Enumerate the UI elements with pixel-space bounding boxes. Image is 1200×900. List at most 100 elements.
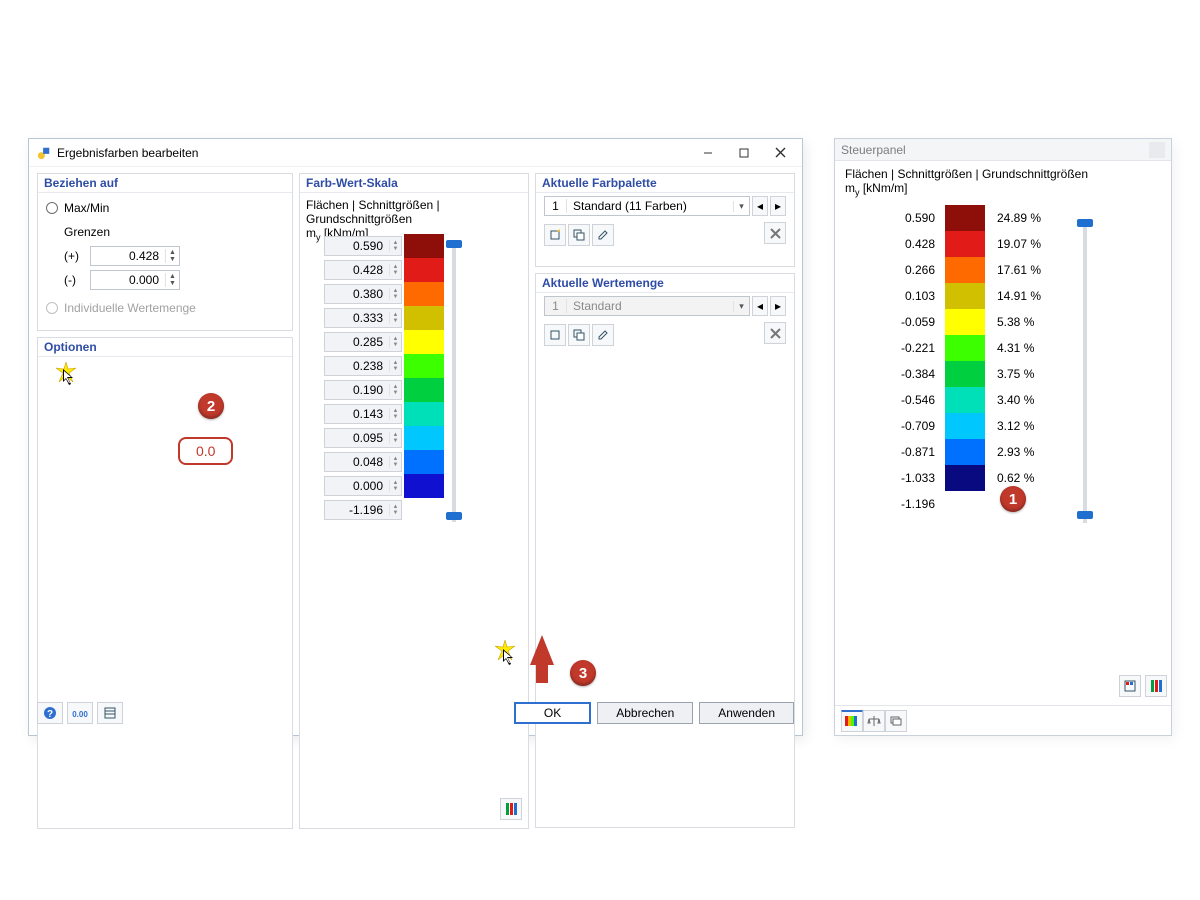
radio-maxmin-label: Max/Min	[64, 201, 109, 215]
decimal-icon: 0.00	[72, 707, 88, 719]
scale-row: 0.238▲▼	[324, 354, 444, 378]
minimize-button[interactable]	[690, 142, 726, 164]
legend-value: -0.384	[875, 367, 945, 381]
svg-text:?: ?	[47, 709, 53, 720]
cancel-button[interactable]: Abbrechen	[597, 702, 693, 724]
color-swatch	[945, 361, 985, 387]
color-swatch[interactable]	[404, 306, 444, 330]
panel-tab-balance[interactable]	[863, 710, 885, 732]
palette-new-button[interactable]	[544, 224, 566, 246]
palette-combo[interactable]: 1 Standard (11 Farben) ▾	[544, 196, 750, 216]
panel-close-button[interactable]	[1149, 142, 1165, 158]
scale-value-field[interactable]: 0.380▲▼	[324, 284, 402, 304]
layers-icon	[889, 715, 903, 727]
panel-title: Steuerpanel	[841, 143, 906, 157]
palette-icon	[1123, 679, 1137, 693]
wertemenge-delete-button[interactable]	[764, 322, 786, 344]
color-swatch[interactable]	[404, 234, 444, 258]
wertemenge-copy-button[interactable]	[568, 324, 590, 346]
slider-thumb-top[interactable]	[1077, 219, 1093, 227]
palette-name: Standard (11 Farben)	[567, 199, 733, 213]
slider-thumb-top[interactable]	[446, 240, 462, 248]
group-title: Aktuelle Farbpalette	[536, 173, 794, 193]
wertemenge-index: 1	[545, 299, 567, 313]
radio-grenzen-label: Grenzen	[64, 225, 110, 239]
close-button[interactable]	[762, 142, 798, 164]
color-swatch	[945, 465, 985, 491]
legend-row: -0.5463.40 %	[875, 387, 1161, 413]
slider-thumb-bottom[interactable]	[1077, 511, 1093, 519]
palette-delete-button[interactable]	[764, 222, 786, 244]
group-title: Farb-Wert-Skala	[300, 173, 528, 193]
scale-value-field[interactable]: -1.196▲▼	[324, 500, 402, 520]
list-button[interactable]	[97, 702, 123, 724]
steuerpanel: Steuerpanel Flächen | Schnittgrößen | Gr…	[834, 138, 1172, 736]
panel-footer	[835, 705, 1171, 735]
ok-button[interactable]: OK	[514, 702, 591, 724]
color-swatch	[945, 439, 985, 465]
color-swatch[interactable]	[404, 330, 444, 354]
palette-prev-button[interactable]: ◂	[752, 196, 768, 216]
scale-value-field[interactable]: 0.143▲▼	[324, 404, 402, 424]
palette-copy-button[interactable]	[568, 224, 590, 246]
color-swatch[interactable]	[404, 450, 444, 474]
scale-value-field[interactable]: 0.048▲▼	[324, 452, 402, 472]
wertemenge-next-button[interactable]: ▸	[770, 296, 786, 316]
legend-percent: 4.31 %	[985, 341, 1049, 355]
wertemenge-name: Standard	[567, 299, 733, 313]
color-swatch	[945, 309, 985, 335]
wertemenge-edit-button[interactable]	[592, 324, 614, 346]
minus-value-field[interactable]: 0.000 ▲▼	[90, 270, 180, 290]
slider-thumb-bottom[interactable]	[446, 512, 462, 520]
apply-button[interactable]: Anwenden	[699, 702, 794, 724]
cursor-icon	[502, 648, 516, 666]
help-icon: ?	[43, 706, 57, 720]
color-swatch[interactable]	[404, 378, 444, 402]
color-swatch[interactable]	[404, 258, 444, 282]
scale-value-field[interactable]: 0.285▲▼	[324, 332, 402, 352]
scale-value-field[interactable]: 0.333▲▼	[324, 308, 402, 328]
legend-value: 0.428	[875, 237, 945, 251]
legend-value: 0.266	[875, 263, 945, 277]
plus-value-field[interactable]: 0.428 ▲▼	[90, 246, 180, 266]
palette-next-button[interactable]: ▸	[770, 196, 786, 216]
scale-settings-button[interactable]	[500, 798, 522, 820]
legend-row: 0.26617.61 %	[875, 257, 1161, 283]
scale-row: 0.590▲▼	[324, 234, 444, 258]
color-swatch[interactable]	[404, 426, 444, 450]
panel-range-slider[interactable]	[1083, 223, 1087, 523]
decimal-button[interactable]: 0.00	[67, 702, 93, 724]
color-swatch[interactable]	[404, 282, 444, 306]
panel-sliders-button[interactable]	[1145, 675, 1167, 697]
wertemenge-new-button[interactable]	[544, 324, 566, 346]
dialog-bottom-bar: ? 0.00 OK Abbrechen Anwenden	[37, 699, 794, 727]
scale-value-field[interactable]: 0.190▲▼	[324, 380, 402, 400]
pencil-icon	[597, 329, 609, 341]
chevron-down-icon: ▾	[733, 201, 749, 212]
scale-value-field[interactable]: 0.590▲▼	[324, 236, 402, 256]
legend-percent: 24.89 %	[985, 211, 1049, 225]
scale-value-field[interactable]: 0.095▲▼	[324, 428, 402, 448]
help-button[interactable]: ?	[37, 702, 63, 724]
scale-range-slider[interactable]	[452, 244, 456, 522]
color-swatch[interactable]	[404, 354, 444, 378]
panel-tab-colors[interactable]	[841, 710, 863, 732]
panel-edit-colors-button[interactable]	[1119, 675, 1141, 697]
color-swatch[interactable]	[404, 474, 444, 498]
scale-value-field[interactable]: 0.428▲▼	[324, 260, 402, 280]
scale-value-field[interactable]: 0.238▲▼	[324, 356, 402, 376]
legend-percent: 5.38 %	[985, 315, 1049, 329]
plus-value: 0.428	[91, 249, 165, 263]
titlebar: Ergebnisfarben bearbeiten	[29, 139, 802, 167]
legend-percent: 19.07 %	[985, 237, 1049, 251]
panel-tab-layers[interactable]	[885, 710, 907, 732]
wertemenge-prev-button[interactable]: ◂	[752, 296, 768, 316]
radio-maxmin[interactable]	[46, 202, 58, 214]
app-icon	[37, 146, 51, 160]
color-swatch[interactable]	[404, 402, 444, 426]
legend-row: -0.0595.38 %	[875, 309, 1161, 335]
palette-edit-button[interactable]	[592, 224, 614, 246]
maximize-button[interactable]	[726, 142, 762, 164]
scale-value-field[interactable]: 0.000▲▼	[324, 476, 402, 496]
cursor-icon	[62, 368, 76, 386]
